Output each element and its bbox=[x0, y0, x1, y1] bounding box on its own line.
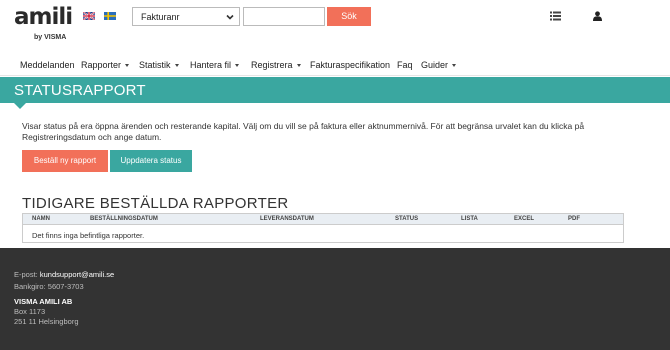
list-icon[interactable] bbox=[550, 11, 561, 21]
search-button[interactable]: Sök bbox=[327, 7, 371, 26]
main-navigation: Meddelanden Rapporter Statistik Hantera … bbox=[0, 54, 670, 76]
order-report-button[interactable]: Beställ ny rapport bbox=[22, 150, 108, 172]
page-title: STATUSRAPPORT bbox=[14, 82, 146, 99]
chevron-down-icon bbox=[226, 14, 234, 20]
nav-item-label: Registrera bbox=[251, 60, 293, 70]
caret-down-icon bbox=[296, 64, 301, 68]
nav-item-label: Statistik bbox=[139, 60, 171, 70]
reports-section-title: TIDIGARE BESTÄLLDA RAPPORTER bbox=[22, 195, 289, 212]
nav-item-hantera-fil[interactable]: Hantera fil bbox=[190, 60, 240, 70]
nav-item-label: Meddelanden bbox=[20, 60, 75, 70]
logo-subtitle: by VISMA bbox=[34, 34, 67, 41]
column-header-bestallningsdatum[interactable]: BESTÄLLNINGSDATUM bbox=[90, 216, 158, 222]
empty-table-message: Det finns inga befintliga rapporter. bbox=[32, 231, 145, 240]
search-field-select[interactable]: Fakturanr bbox=[132, 7, 240, 26]
nav-item-fakturaspecifikation[interactable]: Fakturaspecifikation bbox=[310, 60, 390, 70]
user-icon[interactable] bbox=[593, 11, 602, 21]
column-header-lista[interactable]: LISTA bbox=[461, 216, 478, 222]
intro-text: Visar status på era öppna ärenden och re… bbox=[22, 121, 622, 143]
footer-address-line: Box 1173 bbox=[14, 307, 46, 316]
nav-item-registrera[interactable]: Registrera bbox=[251, 60, 301, 70]
search-input[interactable] bbox=[243, 7, 325, 26]
column-header-excel[interactable]: EXCEL bbox=[514, 216, 534, 222]
caret-down-icon bbox=[174, 64, 179, 68]
nav-item-rapporter[interactable]: Rapporter bbox=[81, 60, 130, 70]
top-header: amili by VISMA Fakturanr Sök bbox=[0, 0, 670, 54]
footer-email-label: E-post: bbox=[14, 270, 38, 279]
nav-item-label: Rapporter bbox=[81, 60, 122, 70]
nav-item-label: Fakturaspecifikation bbox=[310, 60, 391, 70]
footer-email-line: E-post: kundsupport@amili.se bbox=[14, 270, 114, 279]
banner-pointer bbox=[14, 103, 26, 109]
table-header: NAMN BESTÄLLNINGSDATUM LEVERANSDATUM STA… bbox=[23, 214, 623, 225]
search-field-value: Fakturanr bbox=[141, 12, 180, 22]
english-flag-icon[interactable] bbox=[83, 12, 95, 20]
swedish-flag-icon[interactable] bbox=[104, 12, 116, 20]
footer-company-name: VISMA AMILI AB bbox=[14, 297, 73, 306]
column-header-leveransdatum[interactable]: LEVERANSDATUM bbox=[260, 216, 314, 222]
nav-item-meddelanden[interactable]: Meddelanden bbox=[20, 60, 75, 70]
nav-item-faq[interactable]: Faq bbox=[397, 60, 413, 70]
caret-down-icon bbox=[452, 64, 457, 68]
nav-item-statistik[interactable]: Statistik bbox=[139, 60, 179, 70]
reports-table: NAMN BESTÄLLNINGSDATUM LEVERANSDATUM STA… bbox=[22, 213, 624, 243]
intro-line: Registreringsdatum och ange datum. bbox=[22, 132, 162, 142]
footer-postal-line: 251 11 Helsingborg bbox=[14, 317, 79, 326]
nav-item-guider[interactable]: Guider bbox=[421, 60, 457, 70]
column-header-pdf[interactable]: PDF bbox=[568, 216, 580, 222]
caret-down-icon bbox=[235, 64, 240, 68]
nav-item-label: Faq bbox=[397, 60, 413, 70]
update-status-button[interactable]: Uppdatera status bbox=[110, 150, 192, 172]
caret-down-icon bbox=[125, 64, 130, 68]
footer-email-link[interactable]: kundsupport@amili.se bbox=[40, 270, 114, 279]
nav-item-label: Guider bbox=[421, 60, 449, 70]
column-header-namn[interactable]: NAMN bbox=[32, 216, 50, 222]
page-banner: STATUSRAPPORT bbox=[0, 77, 670, 103]
column-header-status[interactable]: STATUS bbox=[395, 216, 418, 222]
amili-logo[interactable]: amili by VISMA bbox=[14, 4, 74, 44]
page-footer: E-post: kundsupport@amili.se Bankgiro: 5… bbox=[0, 248, 670, 350]
logo-wordmark: amili bbox=[14, 4, 73, 30]
nav-item-label: Hantera fil bbox=[190, 60, 232, 70]
footer-bankgiro: Bankgiro: 5607-3703 bbox=[14, 282, 84, 291]
intro-line: Visar status på era öppna ärenden och re… bbox=[22, 121, 585, 131]
